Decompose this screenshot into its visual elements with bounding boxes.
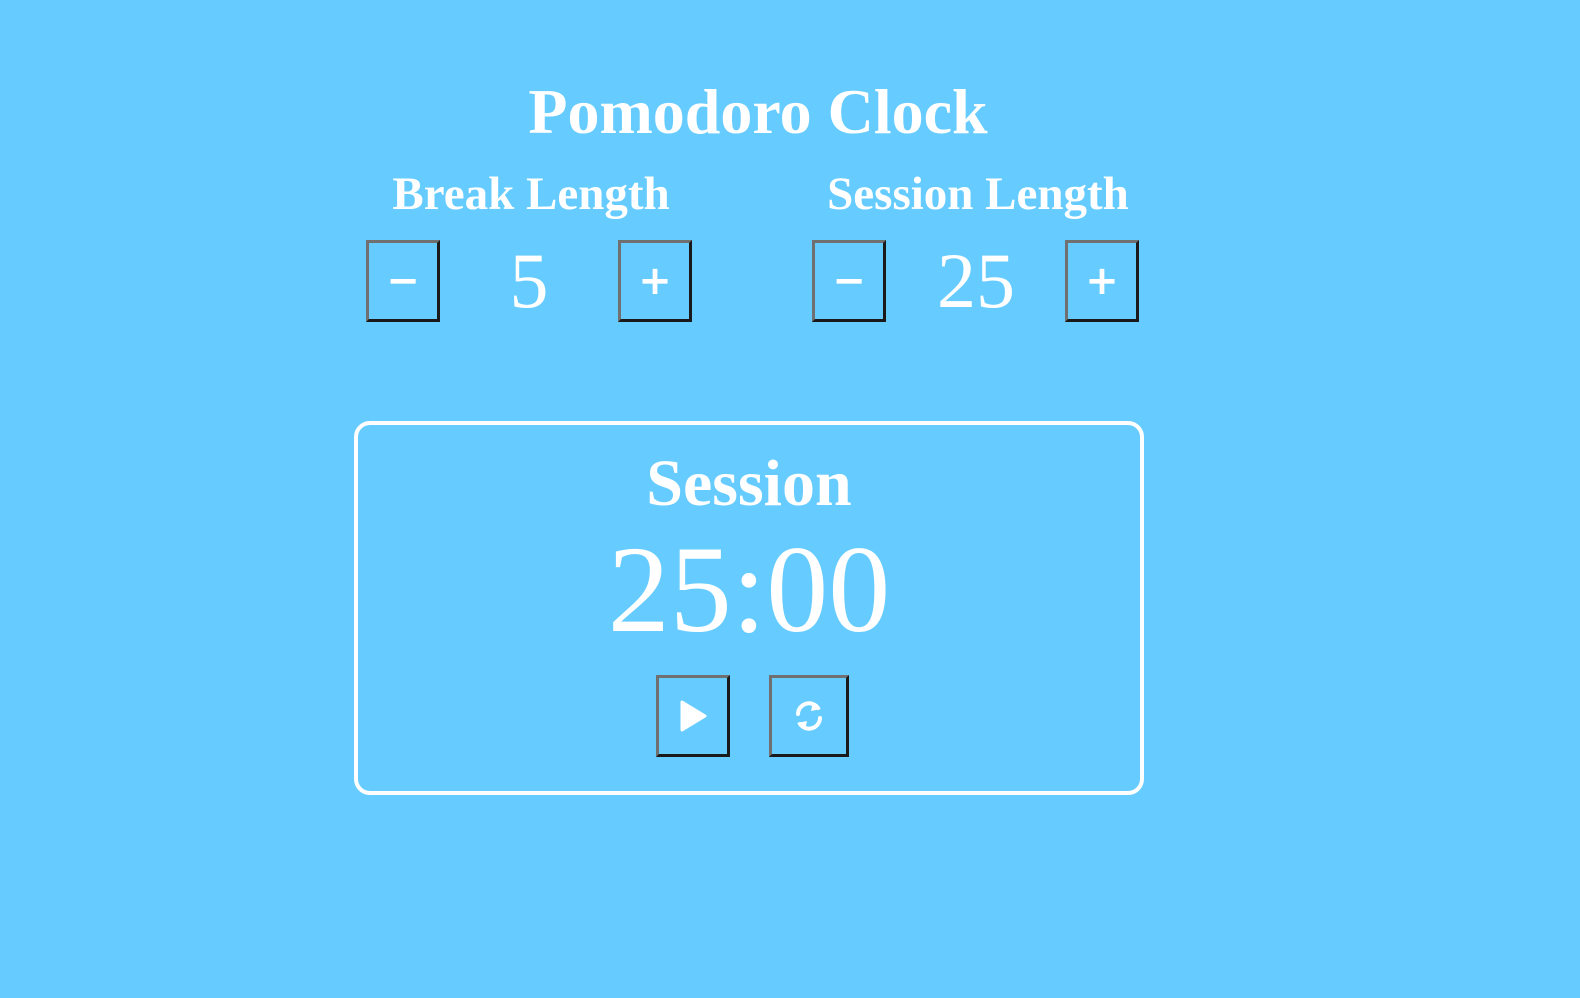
timer-label: Session bbox=[646, 447, 852, 520]
start-stop-button[interactable] bbox=[656, 675, 730, 757]
break-length-control: Break Length − 5 + bbox=[361, 165, 701, 324]
plus-icon: + bbox=[1085, 258, 1119, 304]
break-length-value: 5 bbox=[509, 237, 549, 324]
timer-display: 25:00 bbox=[607, 521, 891, 658]
session-length-label: Session Length bbox=[827, 168, 1129, 220]
session-decrement-button[interactable]: − bbox=[812, 240, 886, 322]
session-length-control: Session Length − 25 + bbox=[808, 165, 1148, 324]
session-length-stepper: − 25 + bbox=[808, 240, 1148, 324]
minus-icon: − bbox=[832, 258, 866, 304]
timer-panel: Session 25:00 bbox=[354, 421, 1144, 795]
play-icon bbox=[680, 700, 707, 732]
pomodoro-app: Pomodoro Clock Break Length − 5 + Sessio… bbox=[0, 0, 1580, 998]
page-title: Pomodoro Clock bbox=[528, 76, 988, 147]
break-length-label: Break Length bbox=[392, 168, 670, 220]
refresh-icon bbox=[796, 701, 822, 731]
session-length-value: 25 bbox=[937, 237, 1015, 324]
break-decrement-button[interactable]: − bbox=[366, 240, 440, 322]
plus-icon: + bbox=[638, 258, 672, 304]
reset-button[interactable] bbox=[769, 675, 849, 757]
break-length-stepper: − 5 + bbox=[361, 240, 701, 324]
minus-icon: − bbox=[386, 258, 420, 304]
break-increment-button[interactable]: + bbox=[618, 240, 692, 322]
session-increment-button[interactable]: + bbox=[1065, 240, 1139, 322]
